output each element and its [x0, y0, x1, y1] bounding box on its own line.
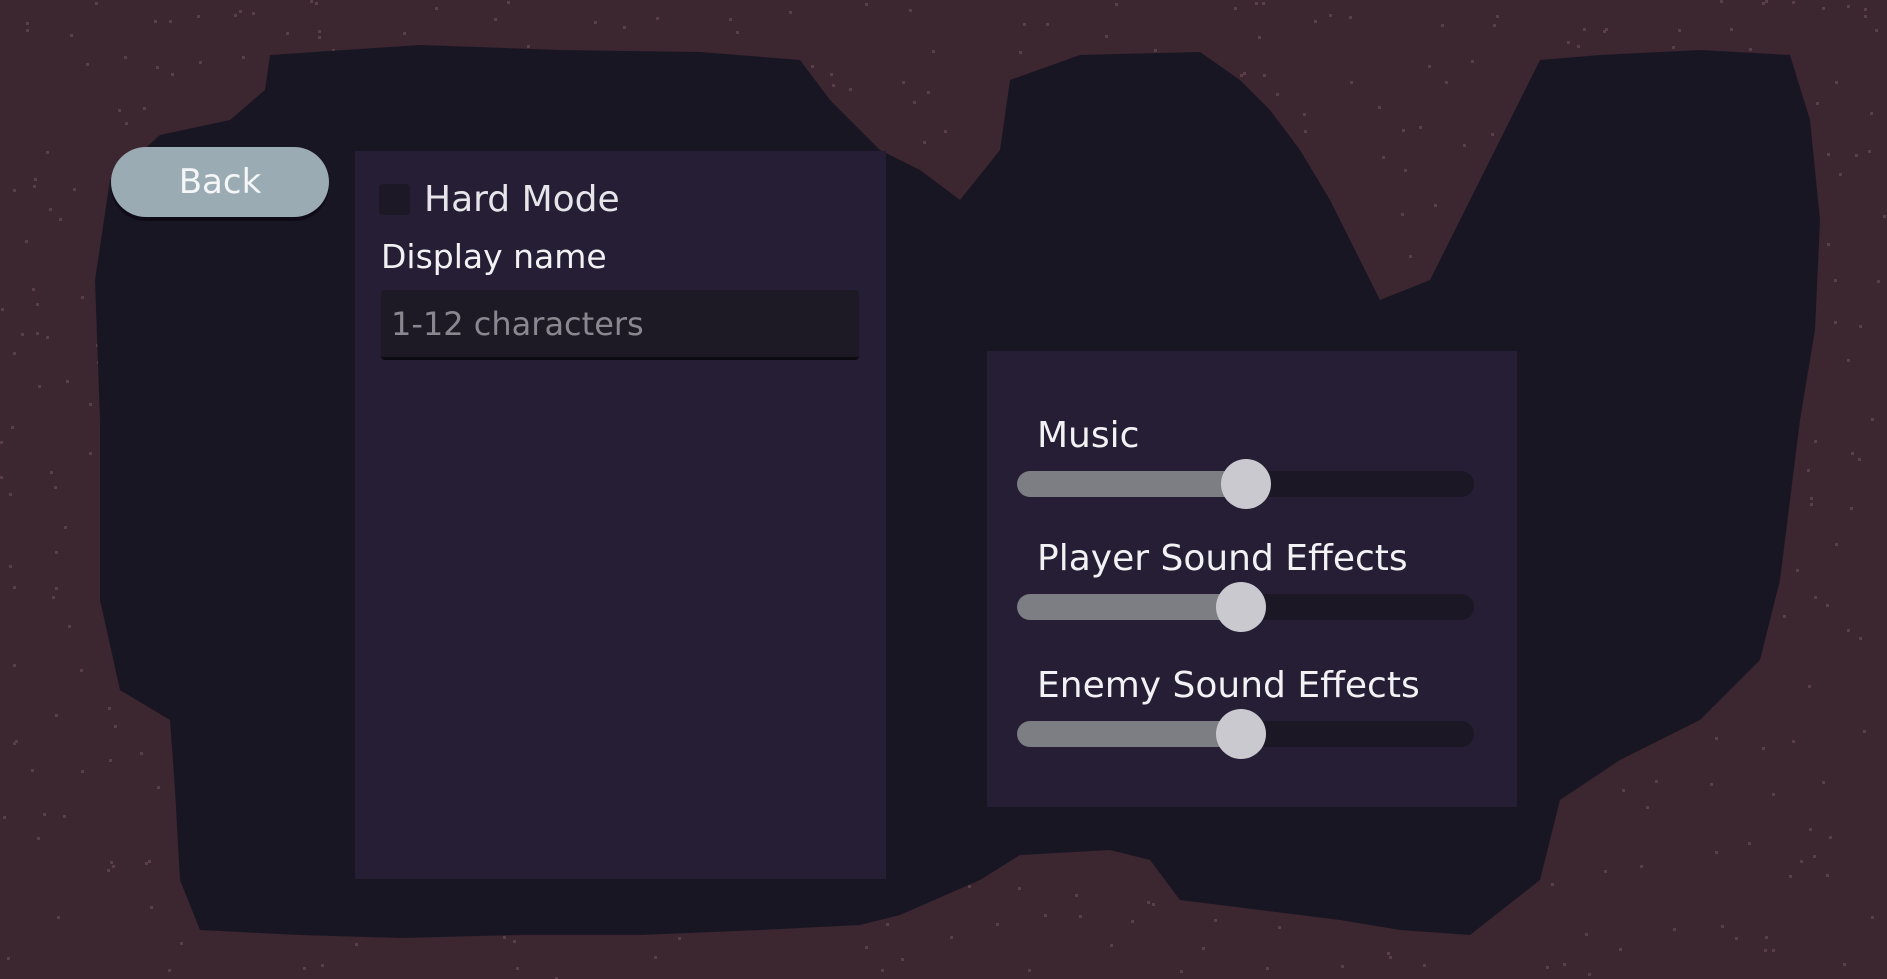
audio-panel: Music Player Sound Effects Enemy Sound E… [987, 351, 1517, 807]
enemy-sfx-slider-fill [1017, 721, 1241, 747]
music-slider-fill [1017, 471, 1246, 497]
profile-panel: Hard Mode Display name [355, 151, 886, 879]
music-slider-thumb[interactable] [1220, 459, 1271, 509]
enemy-sfx-label: Enemy Sound Effects [1037, 665, 1420, 706]
enemy-sfx-slider[interactable] [1017, 709, 1474, 759]
player-sfx-slider[interactable] [1017, 582, 1474, 632]
player-sfx-label: Player Sound Effects [1037, 538, 1408, 579]
hard-mode-checkbox[interactable]: Hard Mode [379, 179, 620, 220]
player-sfx-slider-thumb[interactable] [1215, 582, 1266, 632]
display-name-label: Display name [381, 237, 607, 276]
enemy-sfx-slider-thumb[interactable] [1215, 709, 1266, 759]
hard-mode-checkbox-box[interactable] [379, 184, 410, 215]
hard-mode-label: Hard Mode [424, 179, 620, 220]
display-name-input[interactable] [381, 290, 859, 360]
music-label: Music [1037, 415, 1140, 456]
settings-screen: Back Hard Mode Display name Music Player… [0, 0, 1887, 979]
music-slider[interactable] [1017, 459, 1474, 509]
player-sfx-slider-fill [1017, 594, 1241, 620]
back-button[interactable]: Back [111, 147, 329, 217]
